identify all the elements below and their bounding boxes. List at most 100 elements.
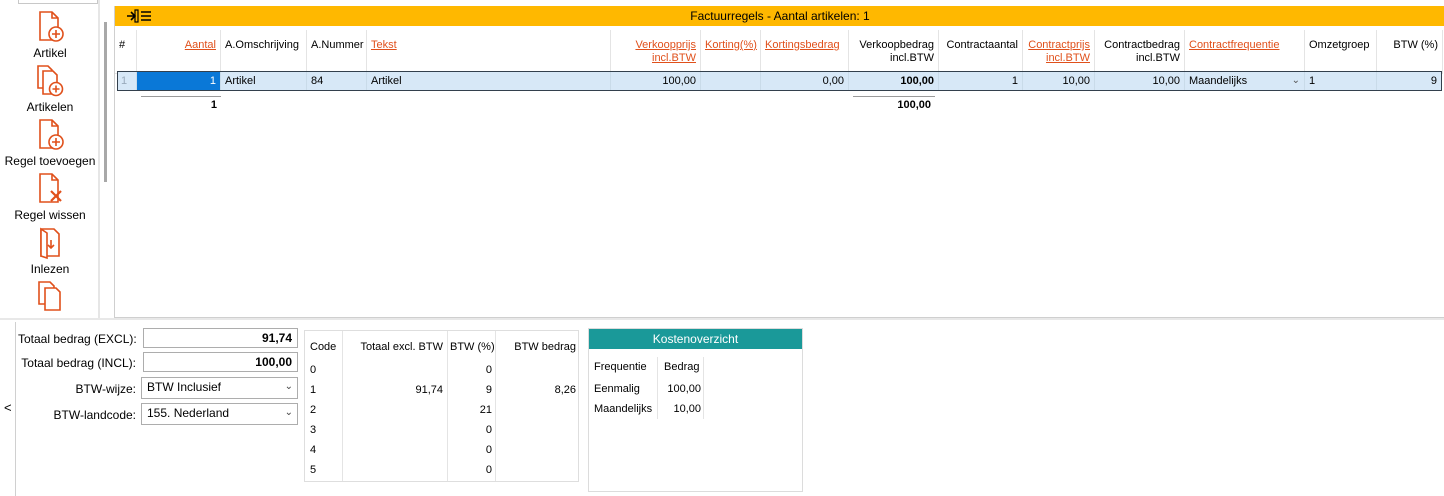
kosten-header-bedrag: Bedrag: [664, 361, 700, 373]
btw-wijze-value: BTW Inclusief: [147, 380, 222, 394]
btw-landcode-label: BTW-landcode:: [53, 408, 136, 422]
col-header-hash[interactable]: #: [115, 30, 137, 74]
column-chooser-icon[interactable]: [125, 8, 153, 24]
grid-title-bar: Factuurregels - Aantal artikelen: 1: [115, 6, 1444, 26]
kopieren-button[interactable]: [0, 280, 100, 316]
toolbar-tab: [18, 0, 98, 4]
btw-row-code: 1: [310, 384, 317, 396]
regel-toevoegen-button[interactable]: Regel toevoegen: [0, 118, 100, 168]
btw-row-code: 5: [310, 464, 317, 476]
btw-row-code: 0: [310, 364, 317, 376]
regel-wissen-button[interactable]: Regel wissen: [0, 172, 100, 222]
total-verkoopbedrag: 100,00: [853, 96, 935, 112]
btw-header-pct: BTW (%): [450, 341, 495, 353]
btw-row-pct: 0: [485, 464, 492, 476]
cell-korting[interactable]: [701, 72, 761, 90]
totaal-incl-field[interactable]: 100,00: [143, 352, 298, 372]
chevron-down-icon: ⌄: [284, 381, 293, 392]
totaal-excl-field[interactable]: 91,74: [143, 328, 298, 348]
regel-toevoegen-label: Regel toevoegen: [4, 154, 96, 168]
btw-header-code: Code: [310, 341, 337, 353]
kosten-row-bedrag: 100,00: [667, 383, 701, 395]
grid-title: Factuurregels - Aantal artikelen: 1: [690, 9, 870, 23]
cell-tekst[interactable]: Artikel: [367, 72, 611, 90]
kosten-row-frequentie: Maandelijks: [594, 403, 653, 415]
col-header-contractaantal[interactable]: Contractaantal: [939, 30, 1023, 74]
toolbar-scrollbar[interactable]: [104, 22, 107, 182]
factuurregels-grid: Factuurregels - Aantal artikelen: 1 # Aa…: [114, 6, 1444, 318]
btw-row-pct: 0: [485, 444, 492, 456]
cell-nummer[interactable]: 84: [307, 72, 367, 90]
col-header-contractprijs[interactable]: Contractprijs incl.BTW: [1023, 30, 1095, 74]
cell-omzetgroep[interactable]: 1: [1305, 72, 1377, 90]
panel-separator: [0, 318, 1444, 320]
btw-header-totaal: Totaal excl. BTW: [360, 341, 443, 353]
btw-row-code: 2: [310, 404, 317, 416]
cell-contractbedrag[interactable]: 10,00: [1095, 72, 1185, 90]
btw-table: Code Totaal excl. BTW BTW (%) BTW bedrag…: [304, 330, 579, 482]
document-add-icon: [39, 119, 64, 150]
cell-omschrijving[interactable]: Artikel: [221, 72, 307, 90]
artikel-label: Artikel: [33, 46, 67, 60]
chevron-down-icon: ⌄: [1291, 75, 1300, 86]
cell-hash[interactable]: 1: [117, 72, 137, 90]
col-header-omzetgroep[interactable]: Omzetgroep: [1305, 30, 1377, 74]
cell-contractprijs[interactable]: 10,00: [1023, 72, 1095, 90]
btw-row-pct: 0: [485, 424, 492, 436]
toolbar: Artikel Artikelen Regel toevoegen Regel …: [0, 0, 100, 318]
artikel-button[interactable]: Artikel: [0, 10, 100, 60]
documents-copy-icon: [38, 281, 61, 311]
collapse-panel-button[interactable]: <: [0, 322, 16, 496]
col-header-omschrijving[interactable]: A.Omschrijving: [221, 30, 307, 74]
documents-add-icon: [37, 65, 64, 97]
btw-row-code: 3: [310, 424, 317, 436]
cell-aantal[interactable]: 1: [137, 72, 221, 90]
col-header-aantal[interactable]: Aantal: [137, 30, 221, 74]
document-import-icon: [40, 227, 60, 260]
col-header-contractbedrag[interactable]: Contractbedrag incl.BTW: [1095, 30, 1185, 74]
btw-row-bedrag: 8,26: [554, 384, 576, 396]
artikelen-button[interactable]: Artikelen: [0, 64, 100, 114]
contractfrequentie-value: Maandelijks: [1189, 75, 1248, 87]
kostenoverzicht-panel: Kostenoverzicht Frequentie Bedrag Eenmal…: [588, 328, 803, 492]
btw-landcode-value: 155. Nederland: [147, 406, 230, 420]
kosten-row-bedrag: 10,00: [673, 403, 701, 415]
cell-contractfrequentie-select[interactable]: Maandelijks ⌄: [1185, 72, 1305, 90]
kosten-row-frequentie: Eenmalig: [594, 383, 640, 395]
cell-btw[interactable]: 9: [1377, 72, 1441, 90]
col-header-nummer[interactable]: A.Nummer: [307, 30, 367, 74]
col-header-contractfrequentie[interactable]: Contractfrequentie: [1185, 30, 1305, 74]
inlezen-button[interactable]: Inlezen: [0, 226, 100, 276]
col-header-verkoopbedrag[interactable]: Verkoopbedrag incl.BTW: [849, 30, 939, 74]
btw-row-pct: 21: [479, 404, 492, 416]
btw-row-code: 4: [310, 444, 317, 456]
kosten-divider: [657, 357, 658, 419]
btw-wijze-select[interactable]: BTW Inclusief ⌄: [141, 377, 298, 399]
cell-kortingsbedrag[interactable]: 0,00: [761, 72, 849, 90]
btw-table-divider: [495, 331, 496, 481]
inlezen-label: Inlezen: [30, 262, 70, 276]
totaal-excl-label: Totaal bedrag (EXCL):: [18, 332, 137, 346]
kostenoverzicht-title: Kostenoverzicht: [589, 329, 802, 349]
btw-row-pct: 0: [485, 364, 492, 376]
btw-table-divider: [447, 331, 448, 481]
col-header-verkoopprijs[interactable]: Verkoopprijs incl.BTW: [611, 30, 701, 74]
totaal-incl-label: Totaal bedrag (INCL):: [21, 356, 136, 370]
kosten-divider: [703, 357, 704, 419]
btw-landcode-select[interactable]: 155. Nederland ⌄: [141, 403, 298, 425]
btw-table-divider: [342, 331, 343, 481]
col-header-korting[interactable]: Korting(%): [701, 30, 761, 74]
btw-row-totaal: 91,74: [415, 384, 443, 396]
cell-verkoopbedrag[interactable]: 100,00: [849, 72, 939, 90]
btw-row-pct: 9: [485, 384, 492, 396]
total-aantal: 1: [141, 96, 221, 112]
cell-verkoopprijs[interactable]: 100,00: [611, 72, 701, 90]
document-delete-icon: [39, 173, 62, 203]
col-header-btw[interactable]: BTW (%): [1377, 30, 1443, 74]
chevron-down-icon: ⌄: [284, 407, 293, 418]
col-header-kortingsbedrag[interactable]: Kortingsbedrag: [761, 30, 849, 74]
toolbar-separator: [98, 0, 100, 318]
cell-contractaantal[interactable]: 1: [939, 72, 1023, 90]
document-add-icon: [39, 11, 64, 42]
col-header-tekst[interactable]: Tekst: [367, 30, 611, 74]
